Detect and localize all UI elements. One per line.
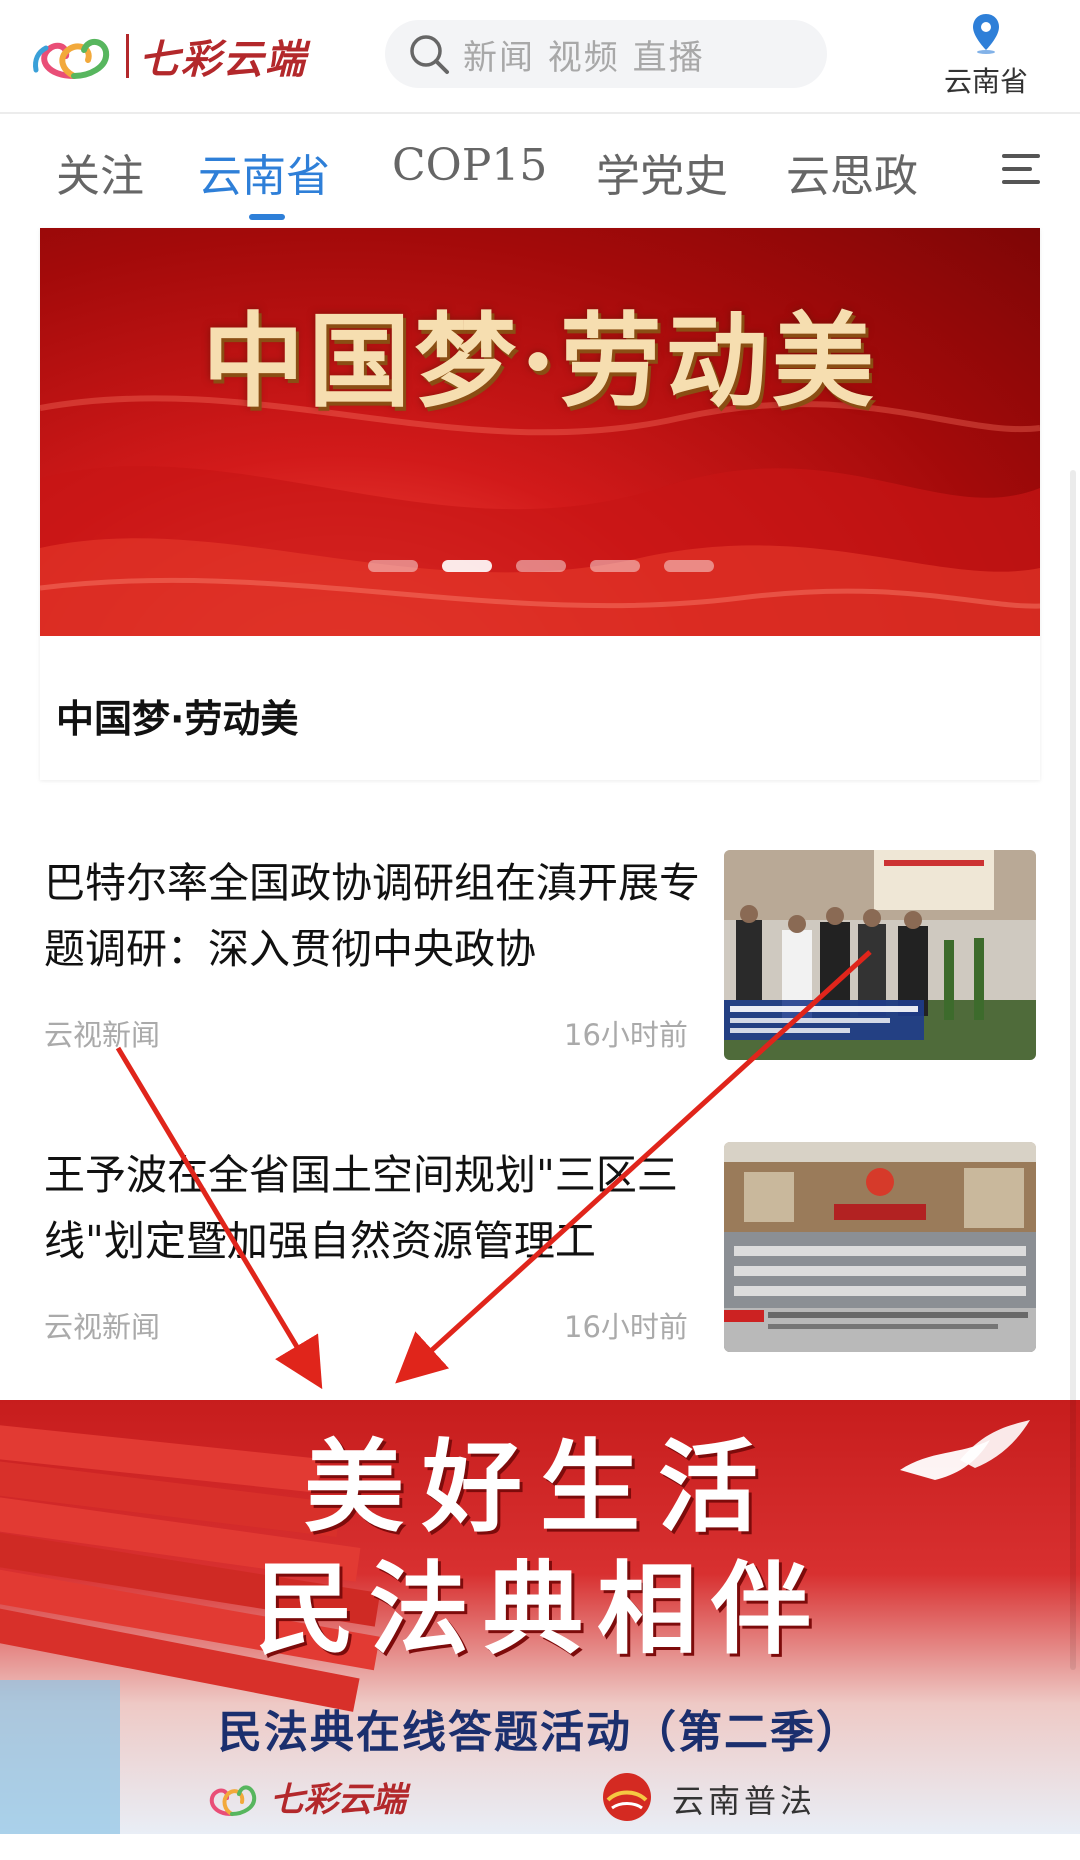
logo-swirl-icon — [33, 39, 110, 79]
news-thumbnail[interactable] — [724, 1142, 1036, 1352]
banner-headline: 中国梦·劳动美 — [202, 302, 878, 422]
location-pin-icon — [973, 14, 999, 54]
brand-logo-icon — [209, 1785, 257, 1816]
news-source: 云视新闻 — [44, 1310, 161, 1344]
promo-sponsor-logos: 七彩云端 云南普法 — [209, 1772, 830, 1826]
tab-yunnan[interactable]: 云南省 — [198, 140, 330, 204]
promo-brand-qicai: 七彩云端 — [270, 1780, 406, 1820]
promo-banner[interactable]: 美好生活 民法典相伴 民法典在线答题活动（第二季） 七彩云端 云南普法 — [0, 1400, 1080, 1834]
news-time: 16小时前 — [564, 1310, 688, 1344]
logo-divider — [126, 34, 129, 78]
promo-subtitle: 民法典在线答题活动（第二季） — [218, 1707, 862, 1758]
tab-cop15[interactable]: COP15 — [392, 140, 547, 191]
tab-ideology[interactable]: 云思政 — [786, 140, 918, 204]
news-thumbnail[interactable] — [724, 850, 1036, 1060]
carousel-dots — [368, 560, 738, 572]
banner-caption[interactable]: 中国梦·劳动美 — [56, 688, 298, 743]
hamburger-menu-icon[interactable] — [1000, 148, 1042, 190]
news-title[interactable]: 巴特尔率全国政协调研组在滇开展专题调研：深入贯彻中央政协 — [44, 850, 704, 982]
location-selector[interactable]: 云南省 — [926, 12, 1046, 102]
logo-text: 七彩云端 — [139, 36, 307, 83]
news-source: 云视新闻 — [44, 1018, 161, 1052]
yunnan-pufa-logo-icon — [603, 1773, 651, 1821]
carousel-dot[interactable] — [516, 560, 566, 572]
banner-carousel[interactable]: 中国梦·劳动美 中国梦·劳动美 — [40, 228, 1040, 780]
carousel-dot[interactable] — [664, 560, 714, 572]
carousel-dot[interactable] — [368, 560, 418, 572]
app-header: 七彩云端 新闻 视频 直播 云南省 — [0, 0, 1080, 114]
search-placeholder: 新闻 视频 直播 — [463, 37, 705, 78]
search-icon — [410, 35, 449, 74]
search-bar[interactable]: 新闻 视频 直播 — [385, 20, 827, 88]
channel-tabs: 关注 云南省 COP15 学党史 云思政 — [0, 114, 1080, 222]
tab-party-history[interactable]: 学党史 — [596, 140, 728, 204]
carousel-dot[interactable] — [590, 560, 640, 572]
promo-brand-pufa: 云南普法 — [672, 1782, 817, 1820]
carousel-dot-active[interactable] — [442, 560, 492, 572]
page-scrollbar[interactable] — [1070, 470, 1076, 1670]
active-tab-indicator — [249, 214, 285, 220]
location-label: 云南省 — [943, 65, 1028, 98]
news-item[interactable]: 巴特尔率全国政协调研组在滇开展专题调研：深入贯彻中央政协 云视新闻 16小时前 — [0, 850, 1080, 1062]
news-time: 16小时前 — [564, 1018, 688, 1052]
promo-headline-2: 民法典相伴 — [255, 1550, 825, 1668]
app-logo[interactable]: 七彩云端 — [28, 24, 338, 88]
banner-image[interactable]: 中国梦·劳动美 — [40, 228, 1040, 636]
news-item[interactable]: 王予波在全省国土空间规划"三区三线"划定暨加强自然资源管理工 云视新闻 16小时… — [0, 1142, 1080, 1354]
tab-follow[interactable]: 关注 — [56, 140, 144, 204]
news-title[interactable]: 王予波在全省国土空间规划"三区三线"划定暨加强自然资源管理工 — [44, 1142, 704, 1274]
